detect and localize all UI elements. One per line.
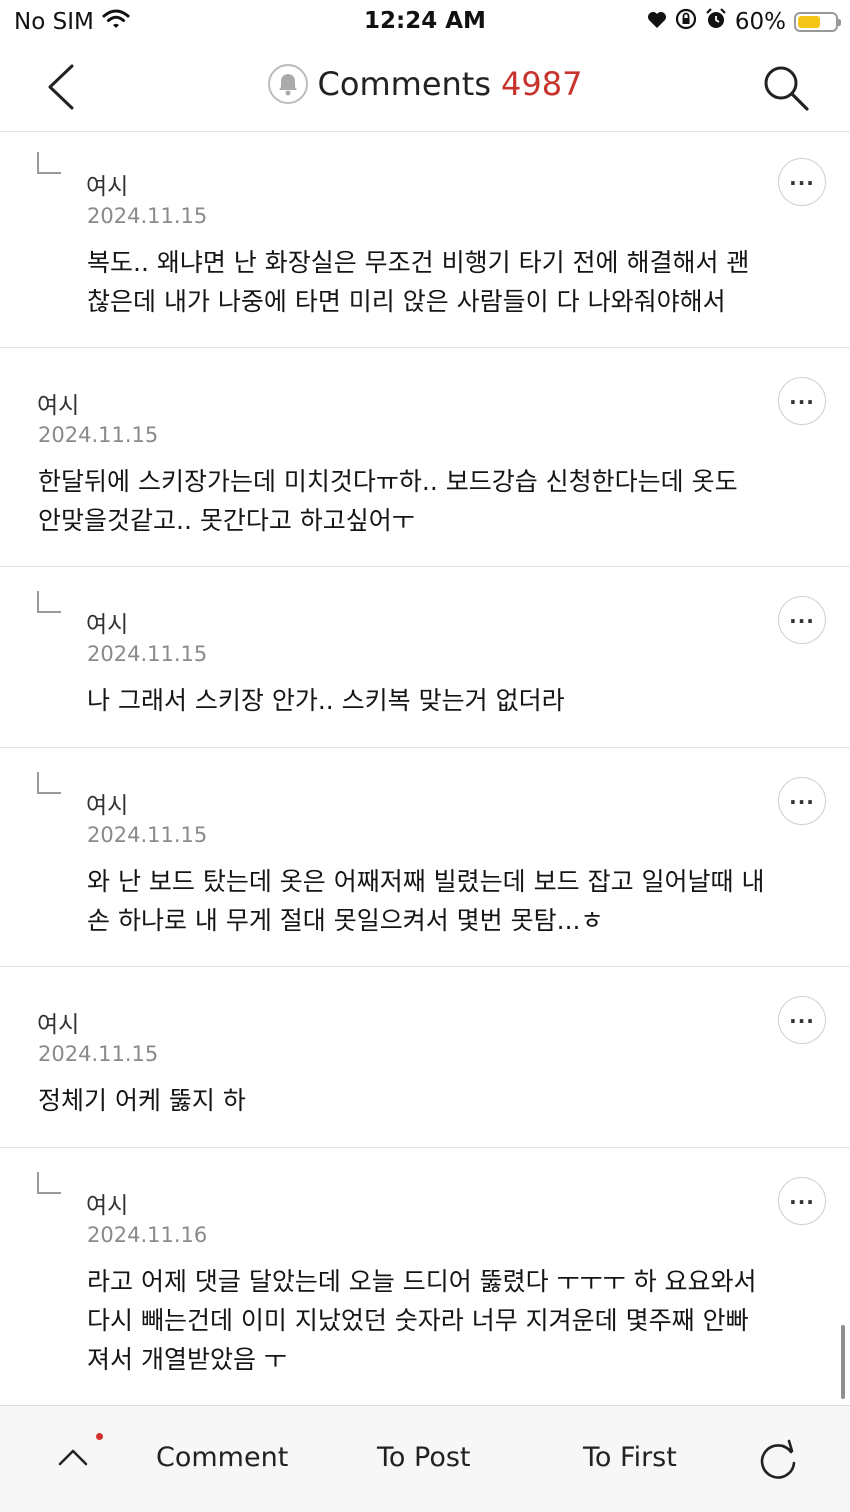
more-options-button[interactable]: ... xyxy=(778,377,826,425)
comment-author: 여시 xyxy=(37,1012,80,1038)
comment-line: 와 난 보드 탔는데 옷은 어째저째 빌렸는데 보드 잡고 일어날때 내 xyxy=(87,867,765,896)
search-icon xyxy=(764,66,809,111)
reply-indicator-icon xyxy=(37,591,61,613)
more-options-button[interactable]: ... xyxy=(778,777,826,825)
comment-item: 여시 2024.11.15 한달뒤에 스키장가는데 미치것다ㅠ하.. 보드강습 … xyxy=(0,348,850,567)
ellipsis-icon: ... xyxy=(789,604,815,628)
comment-line: 한달뒤에 스키장가는데 미치것다ㅠ하.. 보드강습 신청한다는데 옷도 xyxy=(38,467,738,496)
comment-date: 2024.11.15 xyxy=(87,642,208,666)
heart-icon xyxy=(647,9,667,35)
comment-date: 2024.11.15 xyxy=(87,204,208,228)
comment-line: 다시 빼는건데 이미 지났었던 숫자라 너무 지겨운데 몇주째 안빠 xyxy=(87,1306,749,1335)
comment-date: 2024.11.15 xyxy=(87,823,208,847)
new-indicator-dot xyxy=(96,1433,103,1440)
battery-level xyxy=(798,16,820,28)
comment-body: 한달뒤에 스키장가는데 미치것다ㅠ하.. 보드강습 신청한다는데 옷도 안맞을것… xyxy=(38,462,738,540)
ellipsis-icon: ... xyxy=(789,1185,815,1209)
page-title: Comments 4987 xyxy=(0,64,850,104)
comment-body: 복도.. 왜냐면 난 화장실은 무조건 비행기 타기 전에 해결해서 괜 찮은데… xyxy=(87,243,749,321)
comment-date: 2024.11.15 xyxy=(38,1042,159,1066)
comment-author: 여시 xyxy=(37,393,80,419)
comment-item: 여시 2024.11.15 복도.. 왜냐면 난 화장실은 무조건 비행기 타기… xyxy=(0,132,850,348)
comment-line: 복도.. 왜냐면 난 화장실은 무조건 비행기 타기 전에 해결해서 괜 xyxy=(87,248,750,277)
comment-count: 4987 xyxy=(501,65,583,103)
comment-body: 라고 어제 댓글 달았는데 오늘 드디어 뚫렸다 ㅜㅜㅜ 하 요요와서 다시 빼… xyxy=(87,1262,757,1379)
reply-indicator-icon xyxy=(37,152,61,174)
comment-body: 나 그래서 스키장 안가.. 스키복 맞는거 없더라 xyxy=(87,681,565,720)
refresh-button[interactable] xyxy=(755,1438,801,1484)
more-options-button[interactable]: ... xyxy=(778,996,826,1044)
to-first-button[interactable]: To First xyxy=(583,1442,677,1473)
battery-percent: 60% xyxy=(734,9,786,35)
comment-button[interactable]: Comment xyxy=(156,1442,288,1473)
comment-author: 여시 xyxy=(86,1193,129,1219)
comment-line: 나 그래서 스키장 안가.. 스키복 맞는거 없더라 xyxy=(87,686,565,715)
comment-author: 여시 xyxy=(86,612,129,638)
bottom-toolbar: Comment To Post To First xyxy=(0,1405,850,1512)
notification-bell-button[interactable] xyxy=(267,64,308,104)
bell-icon xyxy=(278,74,297,96)
alarm-icon xyxy=(705,8,727,36)
comment-date: 2024.11.16 xyxy=(87,1223,208,1247)
title-label: Comments xyxy=(317,65,491,103)
comment-line: 안맞을것같고.. 못간다고 하고싶어ㅜ xyxy=(38,506,415,535)
comment-date: 2024.11.15 xyxy=(38,423,159,447)
more-options-button[interactable]: ... xyxy=(778,596,826,644)
comment-item: 여시 2024.11.15 와 난 보드 탔는데 옷은 어째저째 빌렸는데 보드… xyxy=(0,748,850,967)
to-post-button[interactable]: To Post xyxy=(377,1442,471,1473)
ellipsis-icon: ... xyxy=(789,166,815,190)
comment-body: 정체기 어케 뚫지 하 xyxy=(38,1081,246,1120)
scrollbar[interactable] xyxy=(841,1325,845,1399)
comment-line: 져서 개열받았음 ㅜ xyxy=(87,1345,287,1374)
comment-author: 여시 xyxy=(86,174,129,200)
ellipsis-icon: ... xyxy=(789,785,815,809)
battery-icon xyxy=(794,12,841,32)
orientation-lock-icon xyxy=(675,8,697,36)
comment-item: 여시 2024.11.15 나 그래서 스키장 안가.. 스키복 맞는거 없더라… xyxy=(0,567,850,748)
comment-line: 찮은데 내가 나중에 타면 미리 앉은 사람들이 다 나와줘야해서 xyxy=(87,287,726,316)
nav-bar: Comments 4987 xyxy=(0,44,850,132)
status-bar: No SIM 12:24 AM 60% xyxy=(0,0,850,44)
chevron-up-icon xyxy=(58,1449,88,1466)
comment-author: 여시 xyxy=(86,793,129,819)
comment-line: 정체기 어케 뚫지 하 xyxy=(38,1086,246,1115)
comment-item: 여시 2024.11.16 라고 어제 댓글 달았는데 오늘 드디어 뚫렸다 ㅜ… xyxy=(0,1148,850,1408)
comment-line: 손 하나로 내 무게 절대 못일으켜서 몇번 못탐...ㅎ xyxy=(87,906,604,935)
more-options-button[interactable]: ... xyxy=(778,158,826,206)
search-button[interactable] xyxy=(760,62,812,114)
reply-indicator-icon xyxy=(37,1172,61,1194)
ellipsis-icon: ... xyxy=(789,385,815,409)
comment-body: 와 난 보드 탔는데 옷은 어째저째 빌렸는데 보드 잡고 일어날때 내 손 하… xyxy=(87,862,764,940)
reply-indicator-icon xyxy=(37,772,61,794)
comment-item: 여시 2024.11.15 정체기 어케 뚫지 하 ... xyxy=(0,967,850,1148)
ellipsis-icon: ... xyxy=(789,1004,815,1028)
comment-line: 라고 어제 댓글 달았는데 오늘 드디어 뚫렸다 ㅜㅜㅜ 하 요요와서 xyxy=(87,1267,757,1296)
refresh-icon xyxy=(760,1439,796,1479)
more-options-button[interactable]: ... xyxy=(778,1177,826,1225)
scroll-up-button[interactable] xyxy=(56,1440,90,1474)
comment-list: 여시 2024.11.15 복도.. 왜냐면 난 화장실은 무조건 비행기 타기… xyxy=(0,132,850,1408)
